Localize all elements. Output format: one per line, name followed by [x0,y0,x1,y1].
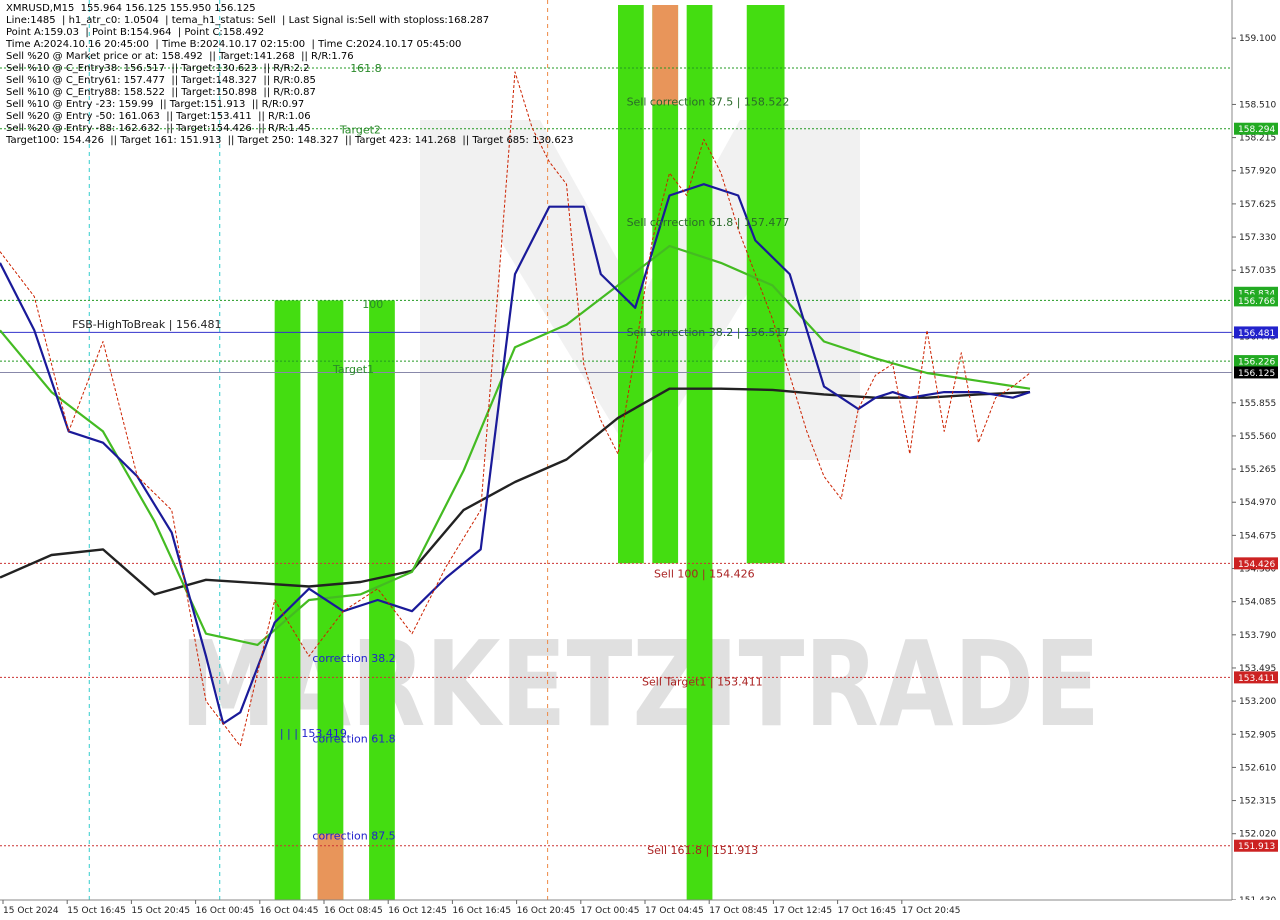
signal-zone [317,300,344,900]
info-line: Time A:2024.10.16 20:45:00 | Time B:2024… [6,39,462,50]
price-tick-label: 153.200 [1239,697,1276,707]
chart-annotation: Sell 100 | 154.426 [654,568,755,581]
time-tick-label: 16 Oct 20:45 [517,906,576,916]
time-tick-label: 16 Oct 12:45 [388,906,447,916]
price-tick-label: 155.855 [1239,399,1276,409]
price-tick-label: 152.020 [1239,830,1276,840]
price-label-text: 158.294 [1238,125,1275,135]
time-tick-label: 16 Oct 00:45 [196,906,255,916]
info-line: Sell %10 @ C_Entry88: 158.522 || Target:… [6,87,316,98]
signal-zone [369,300,395,900]
chart-annotation: Sell correction 87.5 | 158.522 [627,96,790,109]
time-tick-label: 17 Oct 00:45 [581,906,640,916]
chart-annotation: Sell correction 61.8 | 157.477 [627,216,790,229]
signal-zone [317,833,344,900]
info-line: Sell %10 @ C_Entry38: 156.517 || Target:… [6,63,310,74]
info-line: Point A:159.03 | Point B:154.964 | Point… [6,27,265,38]
price-tick-label: 157.625 [1239,200,1276,210]
price-tick-label: 152.315 [1239,797,1276,807]
price-tick-label: 157.920 [1239,167,1276,177]
time-tick-label: 16 Oct 16:45 [452,906,511,916]
price-tick-label: 157.035 [1239,266,1276,276]
price-tick-label: 154.675 [1239,531,1276,541]
price-tick-label: 157.330 [1239,233,1276,243]
price-label-text: 156.125 [1238,369,1275,379]
signal-zone [618,5,644,564]
time-tick-label: 17 Oct 20:45 [902,906,961,916]
time-axis: 15 Oct 2024 15 Oct 16:45 15 Oct 20:45 16 Oc… [0,899,1280,920]
chart-annotation: correction 38.2 [312,652,395,665]
time-tick-label: 17 Oct 08:45 [709,906,768,916]
chart-annotation: 100 [362,298,383,311]
price-axis: 159.100158.510158.215157.920157.625157.3… [1231,0,1280,920]
chart-annotation: | | | 153.419 [280,727,347,740]
time-tick-label: 15 Oct 2024 [3,906,59,916]
price-tick-label: 154.970 [1239,498,1276,508]
chart-annotation: Sell Target1 | 153.411 [642,675,763,688]
price-tick-label: 154.085 [1239,598,1276,608]
time-axis-background [0,900,1280,920]
price-label-text: 151.913 [1238,842,1275,852]
price-tick-label: 159.100 [1239,34,1276,44]
price-tick-label: 155.265 [1239,465,1276,475]
signal-zone [746,5,785,564]
time-tick-label: 17 Oct 04:45 [645,906,704,916]
time-tick-label: 15 Oct 16:45 [67,906,126,916]
price-tick-label: 152.610 [1239,763,1276,773]
price-tick-label: 158.510 [1239,100,1276,110]
chart-annotation: Sell correction 38.2 | 156.517 [627,326,790,339]
time-tick-label: 17 Oct 16:45 [838,906,897,916]
info-line: Line:1485 | h1_atr_c0: 1.0504 | tema_h1_… [6,15,490,26]
chart-annotation: Sell 161.8 | 151.913 [647,844,758,857]
time-tick-label: 17 Oct 12:45 [773,906,832,916]
info-line: Sell %20 @ Entry -88: 162.632 || Target:… [6,123,311,134]
time-tick-label: 16 Oct 08:45 [324,906,383,916]
info-line: Sell %10 @ C_Entry61: 157.477 || Target:… [6,75,316,86]
info-line: Sell %20 @ Entry -50: 161.063 || Target:… [6,111,311,122]
price-tick-label: 152.905 [1239,730,1276,740]
price-label-text: 153.411 [1238,674,1275,684]
price-tick-label: 155.560 [1239,432,1276,442]
chart-annotation: Target1 [332,363,374,376]
signal-zone [652,5,679,105]
price-label-text: 154.426 [1238,560,1275,570]
price-label-text: 156.481 [1238,329,1275,339]
info-line: Sell %20 @ Market price or at: 158.492 |… [6,51,354,62]
signal-zone [686,5,713,900]
chart-annotation: FSB-HighToBreak | 156.481 [72,318,221,331]
time-tick-label: 16 Oct 04:45 [260,906,319,916]
indicator-info-panel: XMRUSD,M15 155.964 156.125 155.950 156.1… [6,3,573,147]
time-tick-label: 15 Oct 20:45 [131,906,190,916]
price-label-text: 156.766 [1238,297,1275,307]
info-line: XMRUSD,M15 155.964 156.125 155.950 156.1… [6,3,256,14]
price-tick-label: 153.790 [1239,631,1276,641]
info-line: Target100: 154.426 || Target 161: 151.91… [6,135,574,146]
price-label-text: 156.226 [1238,358,1275,368]
info-line: Sell %10 @ Entry -23: 159.99 || Target:1… [6,99,305,110]
chart-annotation: correction 87.5 [312,829,395,842]
